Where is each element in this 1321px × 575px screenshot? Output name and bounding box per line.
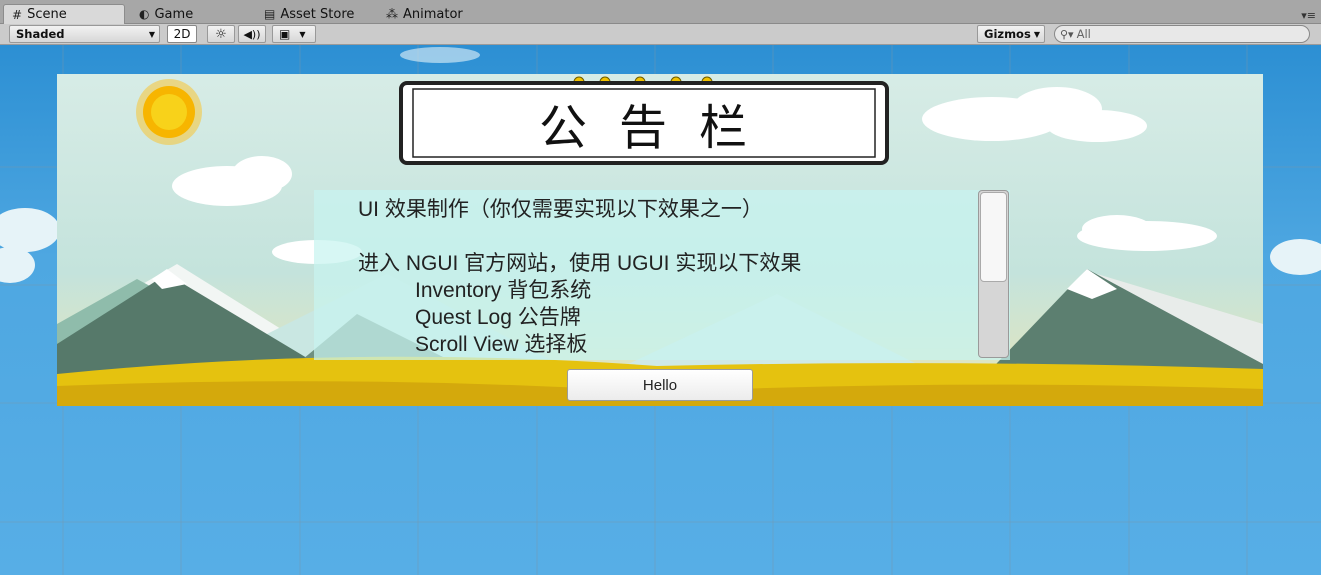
image-icon: ▣ [279,27,291,41]
2d-mode-label: 2D [173,27,191,41]
scrollbar-thumb[interactable] [980,192,1007,282]
animator-icon: ⁂ [386,7,398,21]
gizmos-dropdown[interactable]: Gizmos ▼ [977,25,1045,43]
panel-line-2: 进入 NGUI 官方网站，使用 UGUI 实现以下效果 [358,252,802,275]
editor-tab-bar: # Scene ◐ Game ▤ Asset Store ⁂ Animator … [0,0,1321,24]
dropdown-arrow-icon: ▼ [1033,29,1040,39]
search-placeholder: All [1076,27,1091,41]
tab-scene[interactable]: # Scene [3,4,125,24]
effects-toggle[interactable]: ▣ ▼ [272,25,316,43]
scene-view[interactable]: 公告栏 UI 效果制作（你仅需要实现以下效果之一） 进入 NGUI 官方网站，使… [0,45,1321,575]
shading-mode-label: Shaded [16,27,65,41]
panel-menu-icon[interactable]: ▾≡ [1301,9,1316,22]
audio-toggle[interactable]: ◀)) [238,25,266,43]
search-icon: ⚲▾ [1060,27,1074,41]
tab-game[interactable]: ◐ Game [131,4,201,24]
scroll-view-panel[interactable]: UI 效果制作（你仅需要实现以下效果之一） 进入 NGUI 官方网站，使用 UG… [314,190,1010,360]
tab-animator-label: Animator [403,6,463,22]
vertical-scrollbar[interactable] [978,190,1009,358]
scene-search-input[interactable]: ⚲▾ All [1054,25,1310,43]
shading-mode-dropdown[interactable]: Shaded ▼ [9,25,160,43]
tab-asset-store-label: Asset Store [280,6,355,22]
hello-button[interactable]: Hello [567,369,753,401]
panel-line-1: UI 效果制作（你仅需要实现以下效果之一） [358,198,763,221]
pacman-icon: ◐ [139,7,150,21]
gizmos-label: Gizmos [984,27,1031,41]
scene-toolbar: Shaded ▼ 2D ☼ ◀)) ▣ ▼ Gizmos ▼ ⚲▾ All [0,24,1321,45]
hello-button-label: Hello [642,376,678,394]
2d-mode-button[interactable]: 2D [167,25,197,43]
panel-line-5: Scroll View 选择板 [415,333,588,356]
panel-line-4: Quest Log 公告牌 [415,306,581,329]
dropdown-arrow-icon: ▼ [299,29,306,39]
shopping-bag-icon: ▤ [264,7,276,21]
speaker-icon: ◀)) [243,27,261,41]
sun-illustration [136,79,202,145]
ui-canvas: 公告栏 UI 效果制作（你仅需要实现以下效果之一） 进入 NGUI 官方网站，使… [57,74,1263,406]
tab-game-label: Game [154,6,194,22]
panel-line-3: Inventory 背包系统 [415,279,592,302]
dropdown-arrow-icon: ▼ [148,29,155,39]
tab-scene-label: Scene [27,7,67,22]
notice-board-title: 公告栏 [399,82,889,164]
board-title-text: 公告栏 [538,100,779,156]
grid-icon: # [12,7,23,22]
sun-icon: ☼ [215,26,227,42]
lighting-toggle[interactable]: ☼ [207,25,235,43]
tab-asset-store[interactable]: ▤ Asset Store [256,4,362,24]
tab-animator[interactable]: ⁂ Animator [378,4,471,24]
